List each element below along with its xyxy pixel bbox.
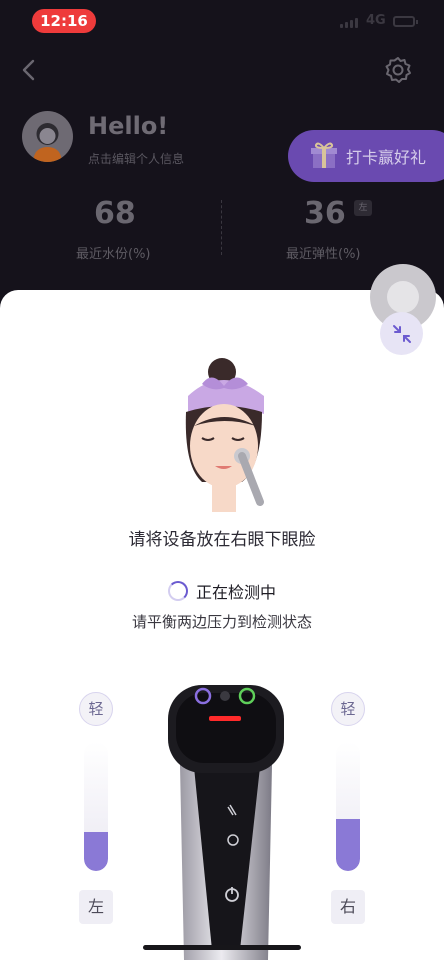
- avatar-icon: [33, 123, 62, 162]
- gift-icon: [311, 142, 337, 168]
- detection-status-text: 正在检测中: [195, 583, 276, 602]
- elasticity-label: 最近弹性(%): [286, 247, 361, 262]
- collapse-button[interactable]: [380, 312, 423, 355]
- left-pressure-bar: [84, 742, 108, 871]
- moisture-value: 68: [94, 196, 136, 231]
- status-time: 12:16: [32, 9, 96, 33]
- left-side-label: 左: [79, 890, 113, 924]
- side-tag: 左: [354, 200, 372, 216]
- avatar[interactable]: [22, 111, 73, 162]
- skin-analyzer-device: [168, 685, 284, 960]
- right-pressure-bar: [336, 742, 360, 871]
- pressure-hint: 请平衡两边压力到检测状态: [131, 613, 312, 631]
- detection-status: 正在检测中: [0, 579, 444, 603]
- greeting: Hello!: [88, 112, 169, 140]
- collapse-icon: [392, 324, 411, 343]
- back-icon[interactable]: [18, 58, 40, 82]
- gear-icon[interactable]: [384, 56, 412, 84]
- home-indicator: [143, 945, 301, 950]
- status-bar: 12:16 4G: [0, 0, 444, 40]
- checkin-label: 打卡赢好礼: [346, 148, 427, 167]
- network-label: 4G: [366, 13, 386, 28]
- elasticity-value: 36: [304, 196, 346, 231]
- face-illustration: [185, 358, 264, 512]
- signal-icon: [340, 18, 358, 28]
- left-pressure-fill: [84, 832, 108, 871]
- right-pressure-fill: [336, 819, 360, 871]
- moisture-label: 最近水份(%): [76, 247, 151, 262]
- stats-divider: [221, 200, 222, 255]
- checkin-reward-button[interactable]: 打卡赢好礼: [288, 130, 444, 182]
- left-pressure-level: 轻: [79, 692, 113, 726]
- loading-spinner-icon: [167, 581, 188, 601]
- edit-profile-link[interactable]: 点击编辑个人信息: [88, 150, 184, 167]
- right-side-label: 右: [331, 890, 365, 924]
- right-pressure-level: 轻: [331, 692, 365, 726]
- placement-instruction: 请将设备放在右眼下眼脸: [128, 530, 316, 550]
- battery-icon: [393, 16, 418, 27]
